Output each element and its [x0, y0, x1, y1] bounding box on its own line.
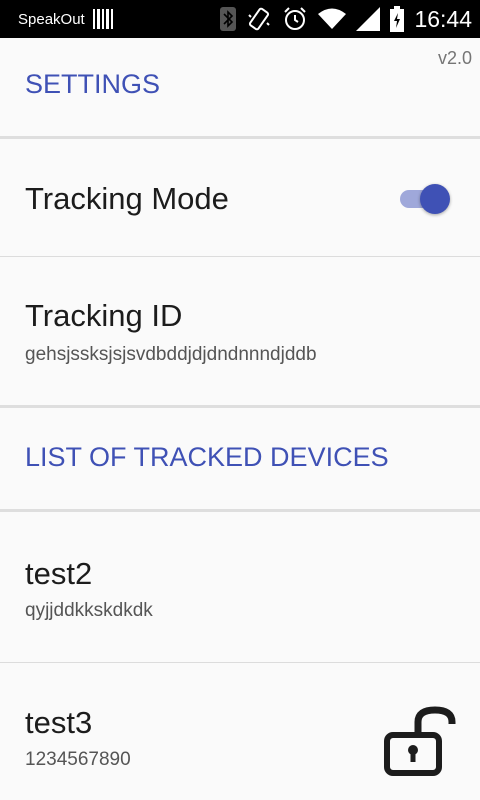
unlocked-padlock-icon[interactable] [380, 702, 460, 778]
carrier-name: SpeakOut [18, 10, 85, 28]
barcode-icon [92, 9, 113, 29]
status-bar: SpeakOut 16:44 [0, 0, 480, 38]
toggle-thumb [420, 184, 450, 214]
battery-charging-icon [390, 6, 405, 32]
device-row-test2[interactable]: test2 qyjjddkkskdkdk [0, 512, 480, 662]
signal-icon [356, 7, 381, 31]
device-name: test2 [25, 556, 93, 591]
version-label: v2.0 [437, 48, 472, 68]
alarm-icon [284, 7, 307, 30]
wifi-icon [318, 8, 347, 29]
device-id: qyjjddkkskdkdk [25, 600, 153, 621]
tracked-devices-header: LIST OF TRACKED DEVICES [25, 442, 389, 472]
tracking-mode-toggle[interactable] [398, 182, 454, 214]
device-id: 1234567890 [25, 749, 131, 770]
settings-screen: v2.0 SETTINGS Tracking Mode Tracking ID … [0, 38, 480, 800]
tracking-id-row[interactable]: Tracking ID gehsjssksjsjsvdbddjdjdndnnnd… [0, 257, 480, 405]
bluetooth-icon [220, 7, 237, 31]
tracking-mode-label: Tracking Mode [25, 181, 229, 216]
vibrate-icon [248, 7, 271, 31]
tracking-id-value: gehsjssksjsjsvdbddjdjdndnnndjddb [25, 344, 317, 365]
settings-header: SETTINGS [25, 69, 161, 99]
status-time: 16:44 [414, 5, 472, 32]
divider [0, 405, 480, 408]
tracking-id-label: Tracking ID [25, 298, 183, 333]
device-name: test3 [25, 705, 93, 740]
